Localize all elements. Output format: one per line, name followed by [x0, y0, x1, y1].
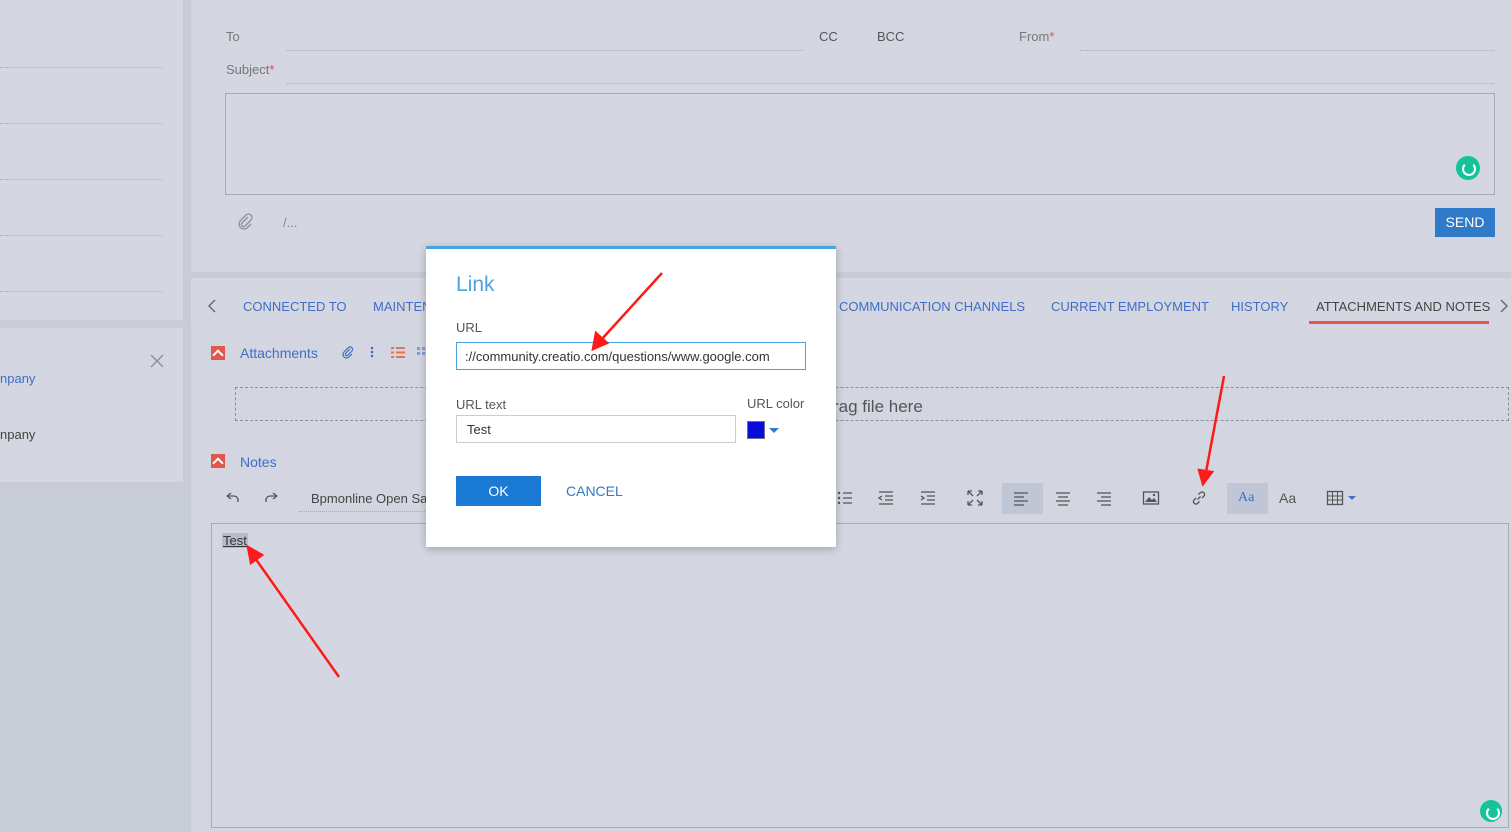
to-label: To — [226, 29, 240, 44]
url-text-label: URL text — [456, 397, 507, 412]
grammarly-icon[interactable] — [1456, 156, 1480, 180]
left-card-text: npany — [0, 427, 36, 442]
active-tab-indicator — [1309, 321, 1489, 324]
left-card-link[interactable]: npany — [0, 371, 35, 386]
send-button[interactable]: SEND — [1435, 208, 1495, 237]
subject-field[interactable] — [287, 83, 1494, 84]
paperclip-icon[interactable] — [341, 345, 355, 359]
tab-connected-to[interactable]: CONNECTED TO — [243, 299, 347, 314]
required-mark: * — [1049, 29, 1055, 44]
url-color-label: URL color — [747, 396, 805, 411]
align-right-icon[interactable] — [1094, 488, 1114, 508]
align-left-icon[interactable] — [1011, 488, 1031, 508]
notes-editor[interactable] — [211, 523, 1509, 828]
to-field[interactable] — [287, 50, 804, 51]
subject-label-text: Subject — [226, 62, 270, 77]
align-center-icon[interactable] — [1053, 488, 1073, 508]
grammarly-icon[interactable] — [1480, 800, 1502, 822]
field-line — [0, 67, 162, 68]
font-family-select[interactable]: Bpmonline Open Sa — [299, 486, 427, 512]
notes-collapse-toggle[interactable] — [211, 454, 225, 468]
list-view-icon[interactable] — [390, 346, 406, 359]
field-line — [0, 291, 162, 292]
table-icon[interactable] — [1325, 488, 1359, 508]
tab-current-employment[interactable]: CURRENT EMPLOYMENT — [1051, 299, 1209, 314]
chevron-left-icon[interactable] — [206, 298, 220, 314]
paperclip-icon[interactable] — [236, 212, 254, 230]
outdent-icon[interactable] — [876, 488, 896, 508]
dialog-title: Link — [456, 273, 495, 296]
more-vertical-icon[interactable] — [367, 345, 377, 359]
from-field[interactable] — [1080, 50, 1494, 51]
tile-view-icon[interactable] — [416, 346, 426, 359]
ok-button[interactable]: OK — [456, 476, 541, 506]
fullscreen-icon[interactable] — [965, 488, 985, 508]
redo-icon[interactable] — [262, 488, 282, 508]
serif-font-toggle[interactable]: Aa — [1238, 490, 1254, 506]
attachments-title: Attachments — [240, 345, 318, 361]
tab-communication-channels[interactable]: COMMUNICATION CHANNELS — [839, 299, 1025, 314]
from-label-text: From — [1019, 29, 1050, 44]
link-dialog: Link URL URL text URL color OK CANCEL — [426, 246, 836, 547]
tab-strip — [191, 272, 1511, 324]
tab-attachments-and-notes[interactable]: ATTACHMENTS AND NOTES — [1316, 299, 1490, 314]
link-icon[interactable] — [1189, 488, 1209, 508]
bulleted-list-icon[interactable] — [835, 488, 855, 508]
tab-history[interactable]: HISTORY — [1231, 299, 1288, 314]
dropzone-text: rag file here — [833, 397, 923, 416]
tab-maintenance[interactable]: MAINTEN — [373, 299, 432, 314]
attachments-collapse-toggle[interactable] — [211, 346, 225, 360]
url-color-swatch[interactable] — [747, 421, 765, 439]
required-mark: * — [269, 62, 275, 77]
indent-icon[interactable] — [918, 488, 938, 508]
from-label: From* — [1019, 29, 1054, 44]
url-text-input[interactable] — [456, 415, 736, 443]
color-dropdown-caret-icon[interactable] — [769, 428, 779, 433]
undo-icon[interactable] — [222, 488, 242, 508]
url-label: URL — [456, 320, 483, 335]
editor-selected-text[interactable]: Test — [222, 533, 248, 548]
url-input[interactable] — [456, 342, 806, 370]
cc-button[interactable]: CC — [819, 29, 838, 44]
template-input[interactable]: /... — [283, 215, 297, 230]
bcc-button[interactable]: BCC — [877, 29, 904, 44]
image-icon[interactable] — [1141, 488, 1161, 508]
email-body-editor[interactable] — [225, 93, 1495, 195]
field-line — [0, 123, 162, 124]
field-line — [0, 179, 162, 180]
cancel-button[interactable]: CANCEL — [566, 483, 623, 499]
notes-title: Notes — [240, 454, 277, 470]
chevron-right-icon[interactable] — [1498, 298, 1510, 314]
left-card: npany npany — [0, 328, 183, 482]
subject-label: Subject* — [226, 62, 274, 77]
close-icon[interactable] — [149, 353, 165, 369]
field-line — [0, 235, 162, 236]
sans-font-toggle[interactable]: Aa — [1279, 490, 1296, 506]
left-panel — [0, 0, 183, 320]
